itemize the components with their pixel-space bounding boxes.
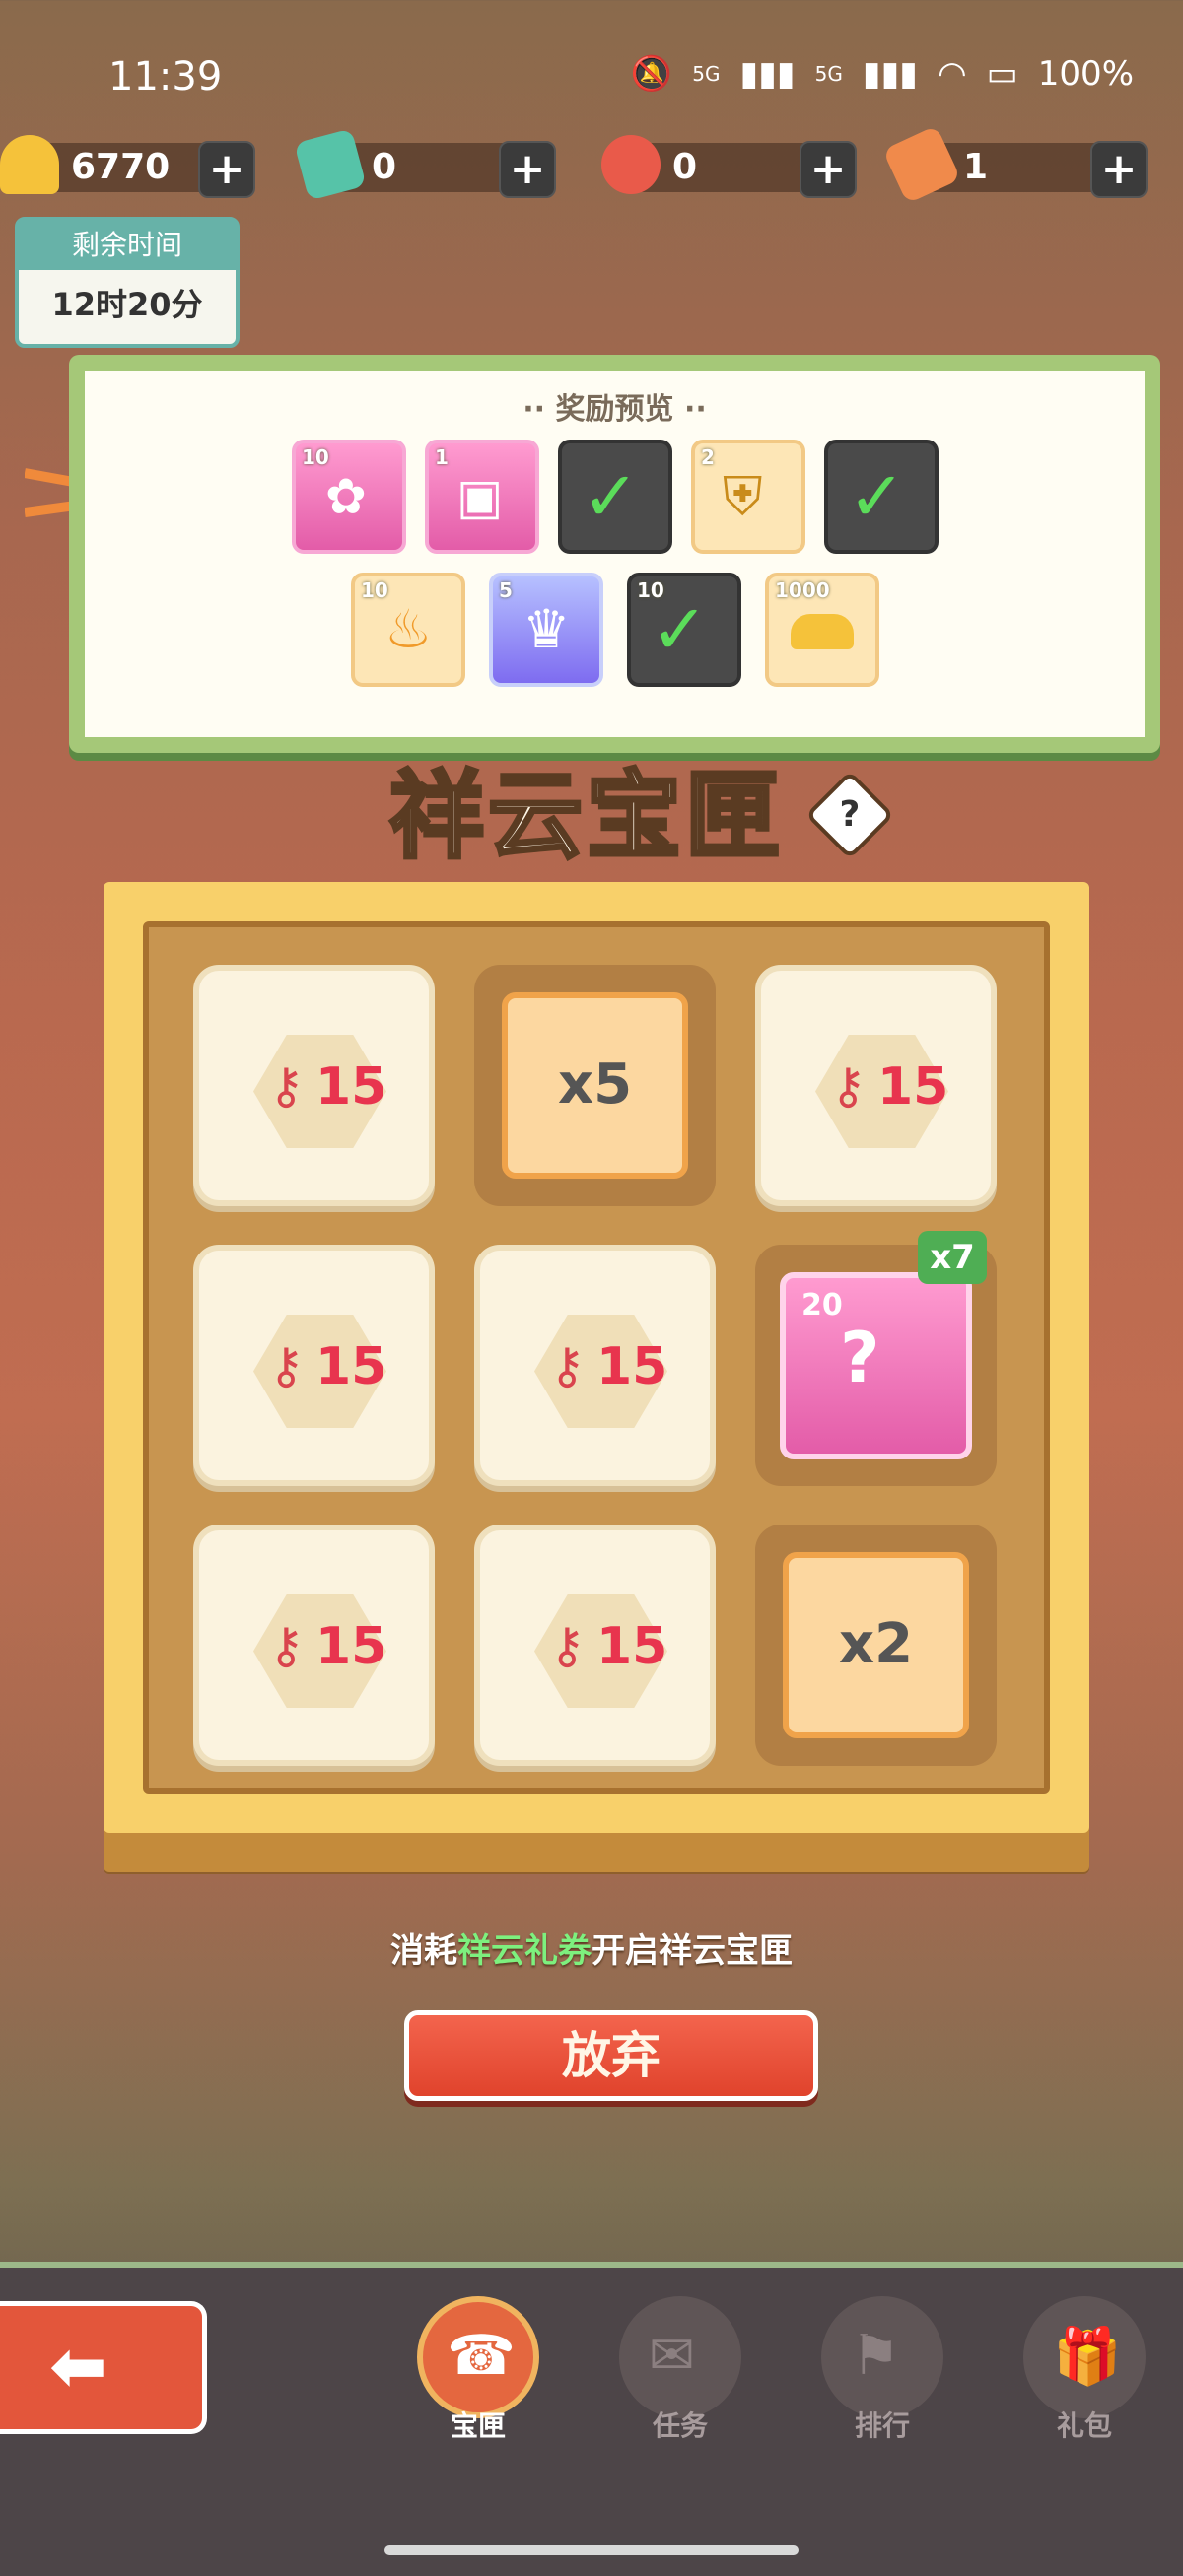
reward-item-claimed[interactable]: ✓ xyxy=(558,440,672,554)
signal-icon: ▮▮▮ xyxy=(862,54,918,94)
treasure-box-icon: ☎ xyxy=(447,2324,516,2388)
grid-cell[interactable]: ⚷ 15 xyxy=(755,965,997,1206)
tab-treasure-box[interactable]: ☎ 宝匣 xyxy=(409,2296,547,2442)
reward-item[interactable]: 5 ♛ xyxy=(489,573,603,687)
check-icon: ✓ xyxy=(848,456,906,537)
status-time: 11:39 xyxy=(108,54,223,100)
currency-key: 0 + xyxy=(601,135,857,198)
add-ticket-button[interactable]: + xyxy=(499,141,556,198)
key-icon: ⚷ xyxy=(268,1617,305,1674)
currency-ticket: 0 + xyxy=(294,128,556,201)
back-button[interactable]: ⬅ xyxy=(0,2301,207,2434)
multiplier-tile: x2 xyxy=(783,1552,969,1738)
mystery-card: 20 ? xyxy=(780,1272,972,1459)
remaining-time-panel: 剩余时间 12时20分 xyxy=(15,217,240,348)
multiplier-badge: x7 xyxy=(918,1231,987,1284)
reward-preview-title: ·· 奖励预览 ·· xyxy=(522,392,707,427)
grid-cell[interactable]: ⚷ 15 xyxy=(474,1245,716,1486)
home-indicator[interactable] xyxy=(384,2545,799,2555)
voucher-name: 祥云礼券 xyxy=(457,1932,592,1971)
check-icon: ✓ xyxy=(582,456,640,537)
consume-hint: 消耗祥云礼券开启祥云宝匣 xyxy=(390,1932,793,1971)
add-gold-button[interactable]: + xyxy=(198,141,255,198)
gold-ingot-icon xyxy=(791,614,854,649)
currency-voucher: 1 + xyxy=(882,125,1148,204)
grid-cell[interactable]: ⚷ 15 xyxy=(474,1525,716,1766)
question-icon: ? xyxy=(839,794,861,835)
fire-icon: ♨ xyxy=(384,598,433,660)
status-icons: 🔕 5G ▮▮▮ 5G ▮▮▮ ◠ ▭ 100% xyxy=(631,54,1134,94)
reward-item-claimed[interactable]: ✓ xyxy=(824,440,939,554)
signal-label-1: 5G xyxy=(692,62,721,86)
arrow-left-icon: ⬅ xyxy=(49,2326,107,2407)
currency-value: 6770 xyxy=(71,147,171,187)
help-button[interactable]: ? xyxy=(804,770,895,860)
reward-item[interactable]: 10 ✿ xyxy=(292,440,406,554)
grid-cell[interactable]: ⚷ 15 xyxy=(193,1525,435,1766)
key-icon xyxy=(601,135,661,194)
banner-icon: ⚑ xyxy=(851,2324,901,2388)
reward-item[interactable]: 2 ⛨ xyxy=(691,440,805,554)
multiplier-tile: x5 xyxy=(502,992,688,1179)
tab-gift-pack[interactable]: 🎁 礼包 xyxy=(1015,2296,1153,2442)
flame-fragment-icon: ✿ xyxy=(325,468,367,525)
add-key-button[interactable]: + xyxy=(800,141,857,198)
gold-ingot-icon xyxy=(0,135,59,194)
question-card-icon: ? xyxy=(840,1318,880,1398)
key-icon: ⚷ xyxy=(268,1337,305,1394)
currency-value: 0 xyxy=(672,147,698,187)
status-bar: 11:39 🔕 5G ▮▮▮ 5G ▮▮▮ ◠ ▭ 100% xyxy=(0,0,1183,148)
currency-gold: 6770 + xyxy=(0,135,255,198)
crest-icon: ♛ xyxy=(522,598,571,660)
grid-cell[interactable]: ⚷ 15 xyxy=(193,965,435,1206)
mute-icon: 🔕 xyxy=(630,54,673,94)
grid-cell[interactable]: ⚷ 15 xyxy=(193,1245,435,1486)
key-icon: ⚷ xyxy=(830,1057,867,1115)
key-icon: ⚷ xyxy=(549,1337,586,1394)
tab-tasks[interactable]: ✉ 任务 xyxy=(611,2296,749,2442)
remaining-time-value: 12时20分 xyxy=(51,286,203,323)
battery-icon: ▭ xyxy=(986,54,1018,94)
treasure-grid: ⚷ 15 x5 ⚷ 15 ⚷ 15 ⚷ 15 20 ? x7 ⚷ 15 ⚷ 15 x2 xyxy=(143,921,1050,1794)
signal-label-2: 5G xyxy=(814,62,843,86)
remaining-time-label: 剩余时间 xyxy=(19,221,236,270)
reward-preview-panel: ·· 奖励预览 ·· 10 ✿ 1 ▣ ✓ 2 ⛨ ✓ 10 ♨ 5 ♛ 10 … xyxy=(69,355,1160,753)
reward-item[interactable]: 1000 xyxy=(765,573,879,687)
check-icon: ✓ xyxy=(651,589,709,670)
wifi-icon: ◠ xyxy=(938,54,967,94)
currency-value: 0 xyxy=(372,147,397,187)
reward-item[interactable]: 10 ♨ xyxy=(351,573,465,687)
reward-item[interactable]: 1 ▣ xyxy=(425,440,539,554)
abandon-button[interactable]: 放弃 xyxy=(404,2010,818,2101)
grid-cell[interactable]: x2 xyxy=(755,1525,997,1766)
gift-icon: 🎁 xyxy=(1053,2325,1122,2389)
currency-value: 1 xyxy=(963,147,989,187)
signal-icon: ▮▮▮ xyxy=(739,54,796,94)
battery-text: 100% xyxy=(1037,54,1134,94)
general-shield-icon: ⛨ xyxy=(723,465,763,527)
currency-bar: 6770 + 0 + 0 + 1 + xyxy=(0,125,1183,204)
box-title: 祥云宝匣 xyxy=(387,759,784,873)
grid-cell[interactable]: x5 xyxy=(474,965,716,1206)
scroll-icon: ✉ xyxy=(649,2324,695,2388)
reward-item-claimed[interactable]: 10 ✓ xyxy=(627,573,741,687)
character-pack-icon: ▣ xyxy=(456,468,504,525)
key-icon: ⚷ xyxy=(268,1057,305,1115)
grid-cell[interactable]: 20 ? x7 xyxy=(755,1231,997,1486)
add-voucher-button[interactable]: + xyxy=(1090,141,1148,198)
key-icon: ⚷ xyxy=(549,1617,586,1674)
tab-ranking[interactable]: ⚑ 排行 xyxy=(813,2296,951,2442)
